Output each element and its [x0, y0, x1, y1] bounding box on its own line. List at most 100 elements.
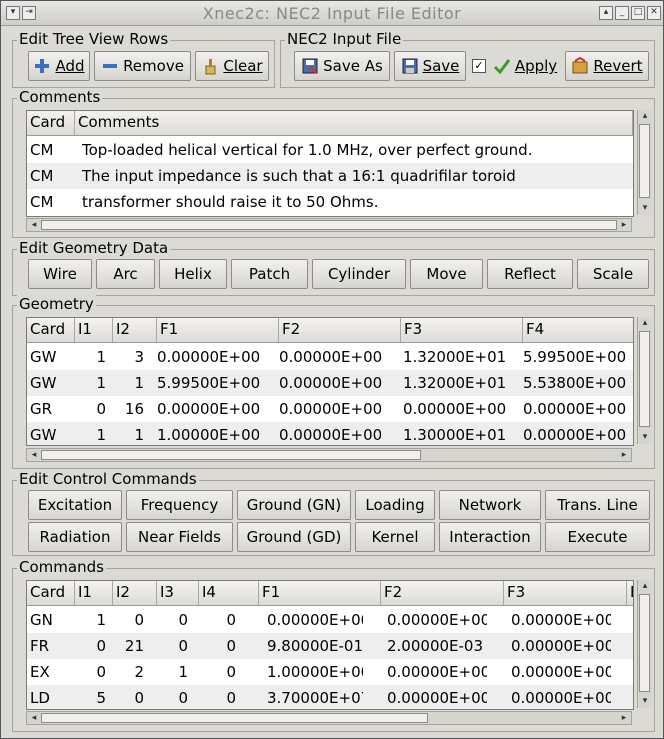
scroll-down-icon[interactable]: ▾: [639, 202, 651, 214]
add-button[interactable]: Add: [28, 51, 90, 81]
interaction-button[interactable]: Interaction: [439, 522, 541, 552]
helix-button[interactable]: Helix: [159, 259, 227, 289]
comments-hscroll[interactable]: ◂ ▸: [26, 218, 632, 232]
geometry-header-i1[interactable]: I1: [75, 318, 113, 342]
excitation-button[interactable]: Excitation: [28, 490, 122, 520]
scroll-thumb[interactable]: [639, 331, 650, 427]
scroll-thumb[interactable]: [41, 713, 428, 723]
near-fields-button[interactable]: Near Fields: [126, 522, 233, 552]
commands-hscroll[interactable]: ◂ ▸: [26, 711, 632, 725]
geometry-vscroll[interactable]: ▴ ▾: [637, 317, 652, 444]
close-icon[interactable]: ✕: [647, 6, 661, 20]
geometry-header-f1[interactable]: F1: [157, 318, 279, 342]
shade-window-icon[interactable]: ▴: [599, 6, 613, 20]
geometry-header: Card I1 I2 F1 F2 F3 F4: [27, 318, 633, 343]
frequency-button[interactable]: Frequency: [126, 490, 233, 520]
reflect-button[interactable]: Reflect: [487, 259, 573, 289]
table-row[interactable]: GN 1 0 0 0 0.00000E+00 0.00000E+00 0.000…: [27, 607, 633, 633]
scroll-left-icon[interactable]: ◂: [28, 449, 40, 461]
commands-header-f3[interactable]: F3: [504, 581, 627, 605]
scroll-down-icon[interactable]: ▾: [639, 695, 651, 707]
commands-header-i1[interactable]: I1: [75, 581, 113, 605]
comments-header: Card Comments: [27, 111, 633, 136]
table-row[interactable]: EX 0 2 1 0 1.00000E+00 0.00000E+00 0.000…: [27, 659, 633, 685]
commands-header-card[interactable]: Card: [27, 581, 75, 605]
table-row[interactable]: LD 5 0 0 0 3.70000E+07 0.00000E+00 0.000…: [27, 685, 633, 709]
commands-legend: Commands: [17, 558, 106, 576]
scroll-right-icon[interactable]: ▸: [618, 449, 630, 461]
radiation-button[interactable]: Radiation: [28, 522, 122, 552]
minimize-icon[interactable]: _: [615, 6, 629, 20]
save-as-icon: [301, 57, 319, 75]
scroll-thumb[interactable]: [639, 594, 650, 692]
trans-line-button[interactable]: Trans. Line: [545, 490, 650, 520]
plus-icon: [33, 57, 51, 75]
table-row[interactable]: GW 1 3 0.00000E+00 0.00000E+00 1.32000E+…: [27, 344, 633, 370]
apply-button[interactable]: Apply: [489, 51, 561, 81]
commands-table[interactable]: Card I1 I2 I3 I4 F1 F2 F3 F GN 1 0 0 0 0…: [26, 580, 634, 710]
commands-header-f4[interactable]: F: [627, 581, 633, 605]
geometry-hscroll[interactable]: ◂ ▸: [26, 448, 632, 462]
title-bar: ▾ ⇥ Xnec2c: NEC2 Input File Editor ▴ _ □…: [1, 1, 663, 26]
commands-header-f1[interactable]: F1: [259, 581, 381, 605]
geometry-header-f3[interactable]: F3: [401, 318, 523, 342]
maximize-icon[interactable]: □: [631, 6, 645, 20]
commands-header-f2[interactable]: F2: [381, 581, 504, 605]
table-row[interactable]: CM transformer should raise it to 50 Ohm…: [27, 189, 633, 215]
scale-button[interactable]: Scale: [577, 259, 649, 289]
patch-button[interactable]: Patch: [231, 259, 308, 289]
minus-icon: [101, 57, 119, 75]
move-button[interactable]: Move: [410, 259, 483, 289]
geometry-header-i2[interactable]: I2: [113, 318, 157, 342]
scroll-up-icon[interactable]: ▴: [639, 580, 651, 592]
geometry-header-card[interactable]: Card: [27, 318, 75, 342]
revert-button[interactable]: Revert: [565, 51, 649, 81]
loading-button[interactable]: Loading: [355, 490, 435, 520]
scroll-thumb[interactable]: [41, 450, 421, 460]
commands-header-i2[interactable]: I2: [113, 581, 157, 605]
comments-vscroll[interactable]: ▴ ▾: [637, 110, 652, 215]
commands-vscroll[interactable]: ▴ ▾: [637, 580, 652, 708]
geometry-header-f2[interactable]: F2: [279, 318, 401, 342]
remove-button[interactable]: Remove: [94, 51, 191, 81]
scroll-thumb[interactable]: [639, 124, 650, 198]
geometry-header-f4[interactable]: F4: [523, 318, 633, 342]
commands-header-i4[interactable]: I4: [199, 581, 259, 605]
control-edit-legend: Edit Control Commands: [17, 470, 199, 488]
geometry-table[interactable]: Card I1 I2 F1 F2 F3 F4 GW 1 3 0.00000E+0…: [26, 317, 634, 446]
scroll-left-icon[interactable]: ◂: [28, 219, 40, 231]
scroll-thumb[interactable]: [41, 220, 617, 230]
cylinder-button[interactable]: Cylinder: [312, 259, 406, 289]
scroll-left-icon[interactable]: ◂: [28, 712, 40, 724]
apply-checkbox[interactable]: ✓: [472, 59, 486, 73]
scroll-up-icon[interactable]: ▴: [639, 317, 651, 329]
scroll-right-icon[interactable]: ▸: [618, 219, 630, 231]
table-row[interactable]: GR 0 16 0.00000E+00 0.00000E+00 0.00000E…: [27, 396, 633, 422]
scroll-up-icon[interactable]: ▴: [639, 110, 651, 122]
ground-gd-button[interactable]: Ground (GD): [237, 522, 351, 552]
save-as-button[interactable]: Save As: [294, 51, 390, 81]
clear-button[interactable]: Clear: [195, 51, 269, 81]
comments-header-card[interactable]: Card: [27, 111, 75, 135]
kernel-button[interactable]: Kernel: [355, 522, 435, 552]
table-row[interactable]: FR 0 21 0 0 9.80000E-01 2.00000E-03 0.00…: [27, 633, 633, 659]
save-button[interactable]: Save: [394, 51, 466, 81]
commands-header-i3[interactable]: I3: [157, 581, 199, 605]
table-row[interactable]: CM Top-loaded helical vertical for 1.0 M…: [27, 137, 633, 163]
broom-icon: [201, 57, 219, 75]
table-row[interactable]: GW 1 1 1.00000E+00 0.00000E+00 1.30000E+…: [27, 422, 633, 445]
ground-gn-button[interactable]: Ground (GN): [237, 490, 351, 520]
network-button[interactable]: Network: [439, 490, 541, 520]
table-row[interactable]: CM The input impedance is such that a 16…: [27, 163, 633, 189]
scroll-down-icon[interactable]: ▾: [639, 431, 651, 443]
floppy-icon: [401, 57, 419, 75]
comments-header-comments[interactable]: Comments: [75, 111, 633, 135]
execute-button[interactable]: Execute: [545, 522, 650, 552]
arc-button[interactable]: Arc: [96, 259, 155, 289]
table-row[interactable]: GW 1 1 5.99500E+00 0.00000E+00 1.32000E+…: [27, 370, 633, 396]
wire-button[interactable]: Wire: [28, 259, 92, 289]
scroll-right-icon[interactable]: ▸: [618, 712, 630, 724]
revert-icon: [571, 56, 589, 75]
geometry-legend: Geometry: [17, 295, 96, 313]
comments-table[interactable]: Card Comments CM Top-loaded helical vert…: [26, 110, 634, 217]
